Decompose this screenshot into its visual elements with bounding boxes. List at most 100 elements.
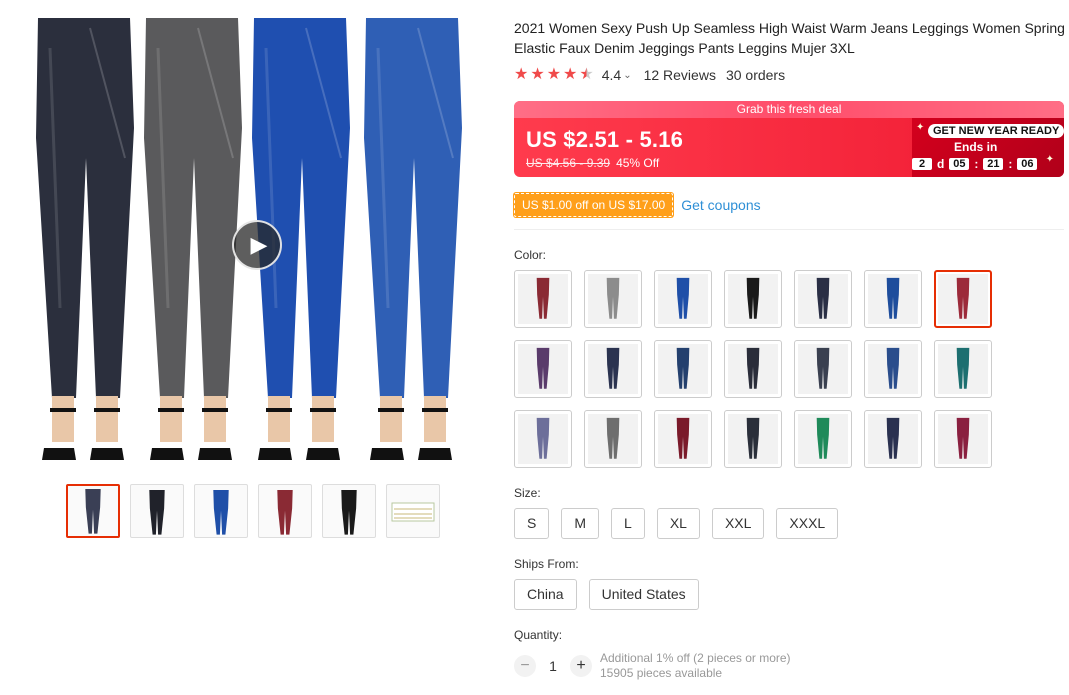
size-label: Size: <box>514 486 541 500</box>
color-swatch[interactable] <box>864 270 922 328</box>
size-option[interactable]: S <box>514 508 550 539</box>
time-separator: : <box>1008 157 1013 171</box>
color-swatch[interactable] <box>514 340 572 398</box>
ends-in-label: Ends in <box>954 140 998 154</box>
quantity-info: Additional 1% off (2 pieces or more) 159… <box>600 651 791 681</box>
discount-percent: 45% Off <box>616 156 660 170</box>
color-label: Color: <box>514 248 547 262</box>
color-swatch[interactable] <box>584 340 642 398</box>
swatch-image <box>798 274 848 324</box>
color-swatch[interactable] <box>654 270 712 328</box>
countdown-days: 2 <box>912 158 932 170</box>
swatch-image <box>938 414 988 464</box>
get-coupons-link[interactable]: Get coupons <box>681 197 760 213</box>
color-swatch[interactable] <box>724 270 782 328</box>
size-option[interactable]: XL <box>656 508 700 539</box>
color-swatch[interactable] <box>584 270 642 328</box>
rating-value[interactable]: 4.4 <box>602 67 621 83</box>
original-price: US $4.56 - 9.39 <box>526 156 611 170</box>
color-swatch[interactable] <box>864 340 922 398</box>
countdown-hours: 05 <box>949 158 970 170</box>
ships-from-option[interactable]: United States <box>588 579 699 610</box>
thumbnail-image[interactable] <box>66 484 120 538</box>
color-swatches <box>514 270 1004 468</box>
swatch-image <box>798 414 848 464</box>
color-swatch[interactable] <box>864 410 922 468</box>
swatch-image <box>728 344 778 394</box>
swatch-image <box>588 274 638 324</box>
swatch-image <box>868 414 918 464</box>
swatch-image <box>518 344 568 394</box>
star-icon: ★ <box>514 66 529 83</box>
divider <box>514 229 1064 230</box>
swatch-image <box>518 274 568 324</box>
star-rating: ★ ★ ★ ★ ★ <box>514 67 594 83</box>
play-icon: ▶ <box>250 232 268 257</box>
swatch-image <box>658 344 708 394</box>
color-swatch[interactable] <box>514 270 572 328</box>
coupon-tag[interactable]: US $1.00 off on US $17.00 <box>514 193 674 217</box>
price-details: US $4.56 - 9.39 45% Off <box>526 156 659 170</box>
countdown-seconds: 06 <box>1017 158 1038 170</box>
decrease-quantity-button[interactable]: − <box>514 655 536 677</box>
thumbnail-strip <box>66 484 440 538</box>
swatch-image <box>658 414 708 464</box>
swatch-image <box>938 344 988 394</box>
play-video-button[interactable]: ▶ <box>232 220 282 270</box>
increase-quantity-button[interactable]: + <box>570 655 592 677</box>
swatch-image <box>518 414 568 464</box>
color-swatch[interactable] <box>794 340 852 398</box>
color-swatch[interactable] <box>584 410 642 468</box>
size-option[interactable]: L <box>611 508 645 539</box>
swatch-image <box>658 274 708 324</box>
deal-panel: Grab this fresh deal US $2.51 - 5.16 US … <box>514 101 1064 177</box>
main-product-image[interactable]: ▶ <box>18 8 496 470</box>
sparkle-icon: ✦ <box>916 122 925 133</box>
star-icon: ★ <box>546 66 562 83</box>
swatch-image <box>798 344 848 394</box>
quantity-stepper: − 1 + Additional 1% off (2 pieces or mor… <box>514 651 791 681</box>
swatch-image <box>938 274 988 324</box>
rating-row: ★ ★ ★ ★ ★ 4.4 ⌄ 12 Reviews 30 orders <box>514 67 785 84</box>
swatch-image <box>588 414 638 464</box>
chevron-down-icon[interactable]: ⌄ <box>623 70 631 81</box>
thumbnail-image[interactable] <box>194 484 248 538</box>
size-option[interactable]: M <box>561 508 600 539</box>
swatch-image <box>868 274 918 324</box>
color-swatch[interactable] <box>724 410 782 468</box>
product-title: 2021 Women Sexy Push Up Seamless High Wa… <box>514 20 1065 56</box>
color-swatch[interactable] <box>514 410 572 468</box>
thumbnail-image[interactable] <box>258 484 312 538</box>
color-swatch[interactable] <box>934 410 992 468</box>
swatch-image <box>728 274 778 324</box>
coupon-row: US $1.00 off on US $17.00 Get coupons <box>514 193 761 217</box>
size-option[interactable]: XXXL <box>776 508 839 539</box>
thumbnail-image[interactable] <box>322 484 376 538</box>
leggings-model <box>364 18 462 460</box>
size-option[interactable]: XXL <box>711 508 765 539</box>
color-swatch[interactable] <box>654 340 712 398</box>
swatch-image <box>588 344 638 394</box>
stock-available: 15905 pieces available <box>600 666 723 680</box>
day-unit: d <box>937 157 945 171</box>
thumbnail-image[interactable] <box>386 484 440 538</box>
color-swatch[interactable] <box>654 410 712 468</box>
reviews-link[interactable]: 12 Reviews <box>644 67 716 83</box>
promo-badge: GET NEW YEAR READY <box>928 124 1064 138</box>
star-icon: ★ <box>563 66 578 83</box>
color-swatch[interactable] <box>794 410 852 468</box>
quantity-value[interactable]: 1 <box>536 658 570 674</box>
ships-from-option[interactable]: China <box>514 579 577 610</box>
star-half-icon: ★ <box>579 66 594 83</box>
thumbnail-image[interactable] <box>130 484 184 538</box>
color-swatch[interactable] <box>934 340 992 398</box>
color-swatch[interactable] <box>934 270 992 328</box>
leggings-model <box>36 18 134 460</box>
sparkle-icon: ✦ <box>1045 154 1054 165</box>
deal-banner: Grab this fresh deal <box>514 101 1064 118</box>
color-swatch[interactable] <box>724 340 782 398</box>
bulk-offer-text: Additional 1% off (2 pieces or more) <box>600 651 791 665</box>
sale-price: US $2.51 - 5.16 <box>526 127 684 152</box>
color-swatch[interactable] <box>794 270 852 328</box>
star-icon: ★ <box>530 66 545 83</box>
